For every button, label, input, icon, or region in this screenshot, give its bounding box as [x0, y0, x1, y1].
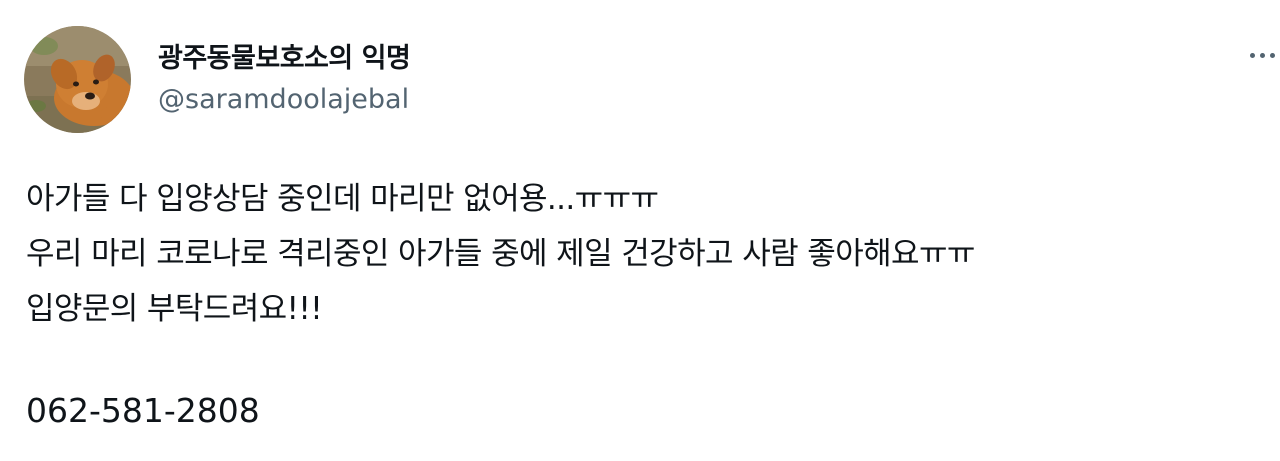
more-dot — [1270, 52, 1275, 58]
tweet-text: 아가들 다 입양상담 중인데 마리만 없어용...ㅠㅠㅠ 우리 마리 코로나로 … — [26, 172, 1266, 337]
user-handle[interactable]: @saramdoolajebal — [158, 84, 409, 115]
display-name[interactable]: 광주동물보호소의 익명 — [158, 36, 411, 75]
tweet-card: 광주동물보호소의 익명 @saramdoolajebal 아가들 다 입양상담 … — [0, 0, 1280, 461]
tweet-line: 아가들 다 입양상담 중인데 마리만 없어용...ㅠㅠㅠ — [26, 181, 659, 217]
more-options-icon[interactable] — [1250, 40, 1280, 70]
avatar[interactable] — [24, 26, 131, 133]
more-dot — [1250, 52, 1255, 58]
dog-photo-avatar-icon — [24, 26, 131, 133]
more-dot — [1260, 52, 1265, 58]
tweet-line: 우리 마리 코로나로 격리중인 아가들 중에 제일 건강하고 사람 좋아해요ㅠㅠ — [26, 236, 975, 272]
tweet-line: 입양문의 부탁드려요!!! — [26, 291, 323, 327]
phone-number-link[interactable]: 062-581-2808 — [26, 383, 260, 438]
